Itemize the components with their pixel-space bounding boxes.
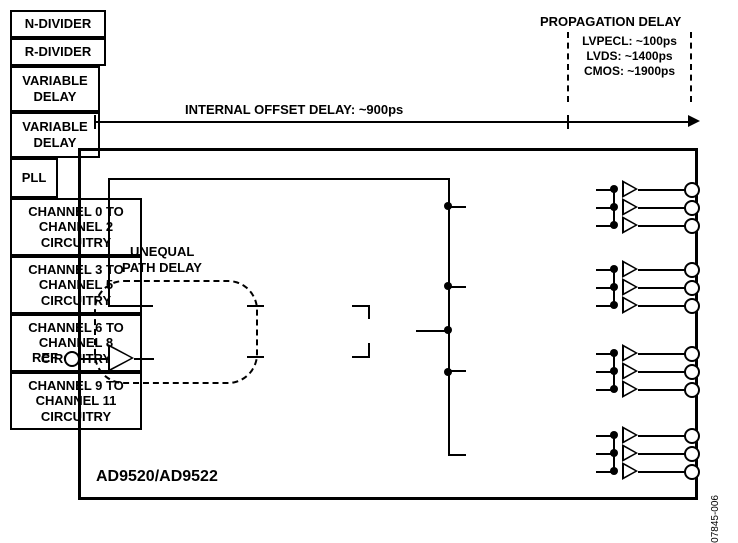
n-divider-box: N-DIVIDER <box>10 10 106 38</box>
wire-to-ch3 <box>448 286 466 288</box>
unequal-label-1: UNEQUAL <box>130 244 194 260</box>
wire-ndiv-left <box>108 305 153 307</box>
output-pin-icon <box>684 382 700 398</box>
unequal-label-2: PATH DELAY <box>122 260 202 276</box>
wire-vd1-pll-dn <box>368 305 370 319</box>
output-buffer-icon <box>622 444 638 462</box>
wire-to-ch0 <box>448 206 466 208</box>
ref-label: REF <box>32 350 58 365</box>
output-buffer-icon <box>622 344 638 362</box>
unequal-region <box>94 280 258 384</box>
lvpecl-value: LVPECL: ~100ps <box>572 34 687 49</box>
cmos-value: CMOS: ~1900ps <box>572 64 687 79</box>
output-buffer-icon <box>622 198 638 216</box>
part-number: AD9520/AD9522 <box>96 468 218 486</box>
output-buffer-icon <box>622 296 638 314</box>
output-buffer-icon <box>622 380 638 398</box>
output-buffer-icon <box>622 216 638 234</box>
output-buffer-icon <box>622 462 638 480</box>
wire-feedback-h <box>108 178 448 180</box>
output-pin-icon <box>684 200 700 216</box>
output-pin-icon <box>684 428 700 444</box>
r-divider-box: R-DIVIDER <box>10 38 106 66</box>
node-pll-out <box>444 326 452 334</box>
output-buffer-icon <box>622 362 638 380</box>
propagation-delay-title: PROPAGATION DELAY <box>540 14 681 30</box>
wire-rd-to-vd <box>247 356 264 358</box>
output-buffer-icon <box>622 278 638 296</box>
delay-dash-left <box>567 32 569 102</box>
output-buffer-icon <box>622 260 638 278</box>
output-pin-icon <box>684 298 700 314</box>
output-buffer-icon <box>622 180 638 198</box>
variable-delay-1: VARIABLE DELAY <box>10 66 100 112</box>
output-pin-icon <box>684 182 700 198</box>
output-pin-icon <box>684 464 700 480</box>
lvds-value: LVDS: ~1400ps <box>572 49 687 64</box>
output-pin-icon <box>684 262 700 278</box>
output-pin-icon <box>684 446 700 462</box>
wire-feedback-v <box>108 178 110 305</box>
wire-nd-to-vd <box>247 305 264 307</box>
arrow-mid-tick <box>567 115 569 129</box>
diagram-canvas: PROPAGATION DELAY LVPECL: ~100ps LVDS: ~… <box>10 10 738 512</box>
wire-to-ch6 <box>448 370 466 372</box>
output-pin-icon <box>684 364 700 380</box>
offset-delay-label: INTERNAL OFFSET DELAY: ~900ps <box>185 102 403 118</box>
figure-id: 07845-006 <box>710 495 721 543</box>
output-buffer-icon <box>622 426 638 444</box>
prop-delay-values: LVPECL: ~100ps LVDS: ~1400ps CMOS: ~1900… <box>572 34 687 79</box>
pll-box: PLL <box>10 158 58 198</box>
offset-arrow-line <box>94 121 690 123</box>
output-pin-icon <box>684 280 700 296</box>
wire-to-ch9 <box>448 454 466 456</box>
output-pin-icon <box>684 218 700 234</box>
output-pin-icon <box>684 346 700 362</box>
delay-dash-right <box>690 32 692 102</box>
wire-vd2-pll-up <box>368 343 370 358</box>
offset-arrow-head <box>688 115 700 127</box>
